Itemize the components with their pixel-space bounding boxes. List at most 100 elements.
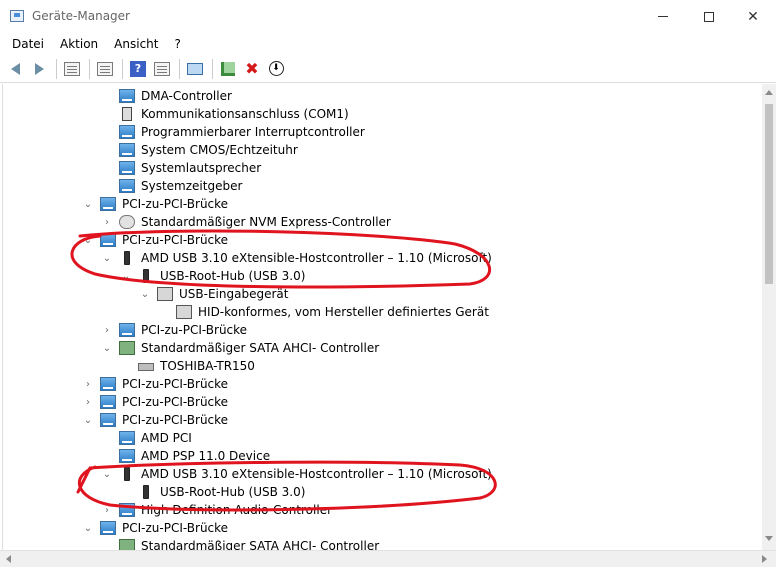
uninstall-device-button[interactable]: ✖ (241, 58, 263, 80)
toolbar-separator (212, 58, 213, 79)
tree-row[interactable]: ⌄ PCI-zu-PCI-Brücke (3, 231, 762, 249)
update-driver-button[interactable] (217, 58, 239, 80)
tree-row[interactable]: Systemlautsprecher (3, 159, 762, 177)
tree-row-label: PCI-zu-PCI-Brücke (122, 521, 229, 535)
system-device-icon (119, 449, 135, 463)
device-tree[interactable]: DMA-Controller Kommunikationsanschluss (C… (2, 84, 762, 550)
tree-row[interactable]: ⌄ USB-Root-Hub (USB 3.0) (3, 267, 762, 285)
arrow-left-icon (10, 62, 20, 75)
tree-row[interactable]: › High Definition Audio-Controller (3, 501, 762, 519)
toolbar-separator (89, 58, 90, 79)
maximize-button[interactable] (686, 0, 732, 33)
hid-icon (176, 305, 192, 319)
tree-row[interactable]: ⌄ PCI-zu-PCI-Brücke (3, 411, 762, 429)
tree-row[interactable]: ⌄ USB-Eingabegerät (3, 285, 762, 303)
scan-hardware-button[interactable] (184, 58, 206, 80)
tree-row[interactable]: Programmierbarer Interruptcontroller (3, 123, 762, 141)
chevron-down-icon[interactable]: ⌄ (101, 249, 113, 267)
title-bar: Geräte-Manager ✕ (0, 0, 776, 33)
tree-row-label: High Definition Audio-Controller (141, 503, 333, 517)
scroll-down-icon[interactable] (765, 536, 773, 541)
tree-row[interactable]: › PCI-zu-PCI-Brücke (3, 393, 762, 411)
sata-controller-icon (119, 341, 135, 355)
menu-help[interactable]: ? (166, 35, 188, 53)
system-device-icon (119, 89, 135, 103)
tree-row-label: Standardmäßiger SATA AHCI- Controller (141, 539, 380, 550)
tree-row[interactable]: › PCI-zu-PCI-Brücke (3, 321, 762, 339)
tree-row-label: PCI-zu-PCI-Brücke (122, 413, 229, 427)
tree-row[interactable]: TOSHIBA-TR150 (3, 357, 762, 375)
tree-row-label: TOSHIBA-TR150 (160, 359, 255, 373)
horizontal-scrollbar[interactable] (0, 550, 776, 567)
tree-row[interactable]: Systemzeitgeber (3, 177, 762, 195)
help-button[interactable]: ? (127, 58, 149, 80)
tree-row[interactable]: DMA-Controller (3, 87, 762, 105)
properties-button[interactable] (94, 58, 116, 80)
tree-row-label: Systemlautsprecher (141, 161, 262, 175)
usb-icon (124, 251, 130, 265)
chevron-down-icon[interactable]: ⌄ (101, 465, 113, 483)
toolbar-separator (122, 58, 123, 79)
usb-icon (143, 485, 149, 499)
menu-ansicht[interactable]: Ansicht (106, 35, 166, 53)
chevron-down-icon[interactable]: ⌄ (120, 267, 132, 285)
help-icon: ? (130, 60, 146, 77)
tree-row[interactable]: System CMOS/Echtzeituhr (3, 141, 762, 159)
menu-aktion[interactable]: Aktion (52, 35, 106, 53)
scroll-right-icon[interactable] (762, 555, 767, 563)
tree-row[interactable]: USB-Root-Hub (USB 3.0) (3, 483, 762, 501)
action-pane-button[interactable] (151, 58, 173, 80)
minimize-icon (658, 16, 668, 17)
monitor-scan-icon (187, 62, 203, 75)
show-hide-console-tree-button[interactable] (61, 58, 83, 80)
disable-device-button[interactable]: ⬇ (265, 58, 287, 80)
system-device-icon (100, 413, 116, 427)
chevron-down-icon[interactable]: ⌄ (82, 411, 94, 429)
menu-datei[interactable]: Datei (4, 35, 52, 53)
system-device-icon (100, 395, 116, 409)
tree-row-label: Kommunikationsanschluss (COM1) (141, 107, 349, 121)
tree-row[interactable]: › PCI-zu-PCI-Brücke (3, 375, 762, 393)
chevron-down-icon[interactable]: ⌄ (82, 231, 94, 249)
chevron-down-icon[interactable]: ⌄ (82, 519, 94, 537)
chevron-down-icon[interactable]: ⌄ (101, 339, 113, 357)
tree-row[interactable]: AMD PSP 11.0 Device (3, 447, 762, 465)
tree-row[interactable]: ⌄ PCI-zu-PCI-Brücke (3, 195, 762, 213)
chevron-right-icon[interactable]: › (101, 501, 113, 519)
tree-row[interactable]: › Standardmäßiger NVM Express-Controller (3, 213, 762, 231)
back-button[interactable] (4, 58, 26, 80)
chevron-right-icon[interactable]: › (82, 393, 94, 411)
scrollbar-thumb[interactable] (765, 104, 773, 284)
tree-row[interactable]: ⌄ PCI-zu-PCI-Brücke (3, 519, 762, 537)
tree-row[interactable]: AMD PCI (3, 429, 762, 447)
tree-row-label: PCI-zu-PCI-Brücke (122, 233, 229, 247)
forward-button[interactable] (28, 58, 50, 80)
close-button[interactable]: ✕ (730, 0, 776, 33)
system-device-icon (100, 233, 116, 247)
tree-row[interactable]: HID-konformes, vom Hersteller definierte… (3, 303, 762, 321)
window-title: Geräte-Manager (32, 9, 130, 23)
scroll-up-icon[interactable] (765, 90, 773, 95)
tree-row[interactable]: Kommunikationsanschluss (COM1) (3, 105, 762, 123)
toolbar-separator (56, 58, 57, 79)
system-device-icon (100, 377, 116, 391)
scroll-left-icon[interactable] (6, 555, 11, 563)
system-device-icon (119, 431, 135, 445)
sata-controller-icon (119, 539, 135, 550)
chevron-down-icon[interactable]: ⌄ (82, 195, 94, 213)
tree-row[interactable]: Standardmäßiger SATA AHCI- Controller (3, 537, 762, 550)
toolbar-separator (179, 58, 180, 79)
maximize-icon (704, 11, 714, 22)
tree-row[interactable]: ⌄ AMD USB 3.10 eXtensible-Hostcontroller … (3, 465, 762, 483)
tree-row[interactable]: ⌄ Standardmäßiger SATA AHCI- Controller (3, 339, 762, 357)
chevron-right-icon[interactable]: › (101, 213, 113, 231)
tree-row[interactable]: ⌄ AMD USB 3.10 eXtensible-Hostcontroller … (3, 249, 762, 267)
chevron-right-icon[interactable]: › (82, 375, 94, 393)
toolbar: ? ✖ ⬇ (0, 55, 776, 83)
minimize-button[interactable] (640, 0, 686, 33)
vertical-scrollbar[interactable] (762, 84, 776, 550)
chevron-right-icon[interactable]: › (101, 321, 113, 339)
close-icon: ✕ (747, 8, 759, 25)
tree-row-label: PCI-zu-PCI-Brücke (122, 395, 229, 409)
chevron-down-icon[interactable]: ⌄ (139, 285, 151, 303)
